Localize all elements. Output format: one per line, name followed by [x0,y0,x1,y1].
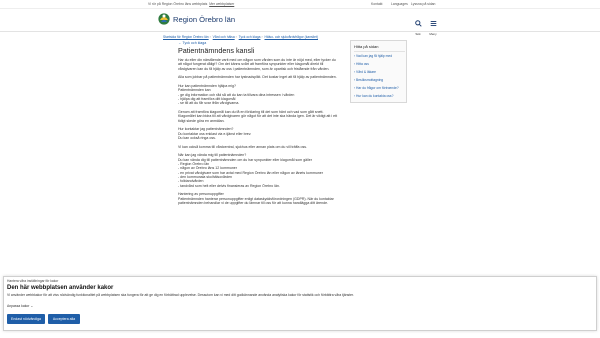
toc-divider [354,51,405,52]
toc-item-label: Hur kan du kontakta oss? [356,94,394,98]
breadcrumb-separator: › [209,35,211,39]
contact-link[interactable]: Kontakt [371,2,383,6]
breadcrumb-separator: › [235,35,237,39]
page-toc: Hitta på sidan › Vad kan jag få hjälp me… [350,40,407,103]
more-sites-link[interactable]: Mer webbplatser [209,2,234,6]
accept-all-button[interactable]: Acceptera alla [48,314,80,324]
breadcrumb-item[interactable]: Startsida för Region Örebro län [163,35,209,39]
listen-link-label: Lyssna på sidan [411,2,436,6]
article-body: Har du eller din närstående varit med om… [178,58,340,210]
toc-item-label: Vård & läkare [356,70,376,74]
toc-item[interactable]: › Vad kan jag få hjälp med [354,54,392,58]
menu-button[interactable]: Meny [427,14,439,36]
article-paragraph: Vi kan också komma till vårdcentral, sju… [178,144,307,149]
toc-item[interactable]: › Hitta oss [354,62,369,66]
back-link[interactable]: ← Tyck och klaga [178,41,206,45]
toc-item[interactable]: › Hur kan du kontakta oss? [354,94,393,98]
site-notice: Vi rör på Region Örebro läns webbplats M… [148,2,234,6]
toc-item[interactable]: › Har du frågor om förtroende? [354,86,399,90]
cookie-settings-label: Hantera våra inställningar för kakor [7,279,59,283]
toc-item-label: Hitta oss [356,62,369,66]
languages-link-label: Languages [391,2,408,6]
breadcrumb-item[interactable]: Tyck och klaga [239,35,261,39]
search-icon [414,20,422,27]
listen-link[interactable]: Lyssna på sidan [411,2,435,6]
arrow-left-icon: ← [178,41,182,45]
toc-item[interactable]: › Besöksmottagning [354,78,383,82]
breadcrumb-separator: › [261,35,263,39]
toc-item-label: Besöksmottagning [356,78,384,82]
region-logo-icon[interactable] [158,12,170,26]
search-button-label: Sök [415,32,421,36]
hamburger-icon [430,21,436,27]
chevron-down-icon: ⌄ [30,304,34,308]
article-paragraph: Har du eller din närstående varit med om… [178,58,336,71]
page-toc-title: Hitta på sidan [354,44,379,49]
search-button[interactable]: Sök [412,14,424,36]
breadcrumb-item[interactable]: Vård och hälsa [213,35,235,39]
toc-item[interactable]: › Vård & läkare [354,70,376,74]
customize-cookies-label: Anpassa kakor [7,304,30,308]
article-paragraph: När kan jag vända mig till patientnämnde… [178,153,323,188]
article-paragraph: Alla som jobbar på patientnämnden har ty… [178,75,337,80]
contact-link-label: Kontakt [371,2,383,6]
article-paragraph: Hur kontaktar jag patientnämnden? Du kon… [178,127,252,140]
site-notice-text: Vi rör på Region Örebro läns webbplats [148,2,208,6]
back-link-label: Tyck och klaga [182,41,207,45]
cookie-title: Den här webbplatsen använder kakor [7,285,114,291]
breadcrumb: Startsida för Region Örebro län› Vård oc… [163,35,318,39]
site-header [0,9,600,32]
article-paragraph: Genom att framföra klagomål kan du få en… [178,109,338,123]
page-title: Patientnämndens kansli [178,46,255,55]
toc-item-label: Vad kan jag få hjälp med [356,54,393,58]
logo-text[interactable]: Region Örebro län [173,15,235,24]
cookie-description: Vi använder webbkakor för att viss nödvä… [7,293,354,297]
customize-cookies-toggle[interactable]: Anpassa kakor ⌄ [7,304,33,308]
cookie-banner: Hantera våra inställningar för kakor Den… [3,276,597,331]
article-paragraph: Hantering av personuppgifter Patientnämn… [178,192,334,206]
article-paragraph: Hur kan patientnämnden hjälpa mig? Patie… [178,83,295,106]
breadcrumb-item[interactable]: Hälso- och sjukvårdsfrågor (kansliet) [264,35,318,39]
menu-button-label: Meny [429,32,437,36]
toc-item-label: Har du frågor om förtroende? [356,86,399,90]
necessary-only-button[interactable]: Endast nödvändiga [7,314,45,324]
utility-bar: Vi rör på Region Örebro läns webbplats M… [0,0,600,9]
languages-link[interactable]: Languages [391,2,408,6]
